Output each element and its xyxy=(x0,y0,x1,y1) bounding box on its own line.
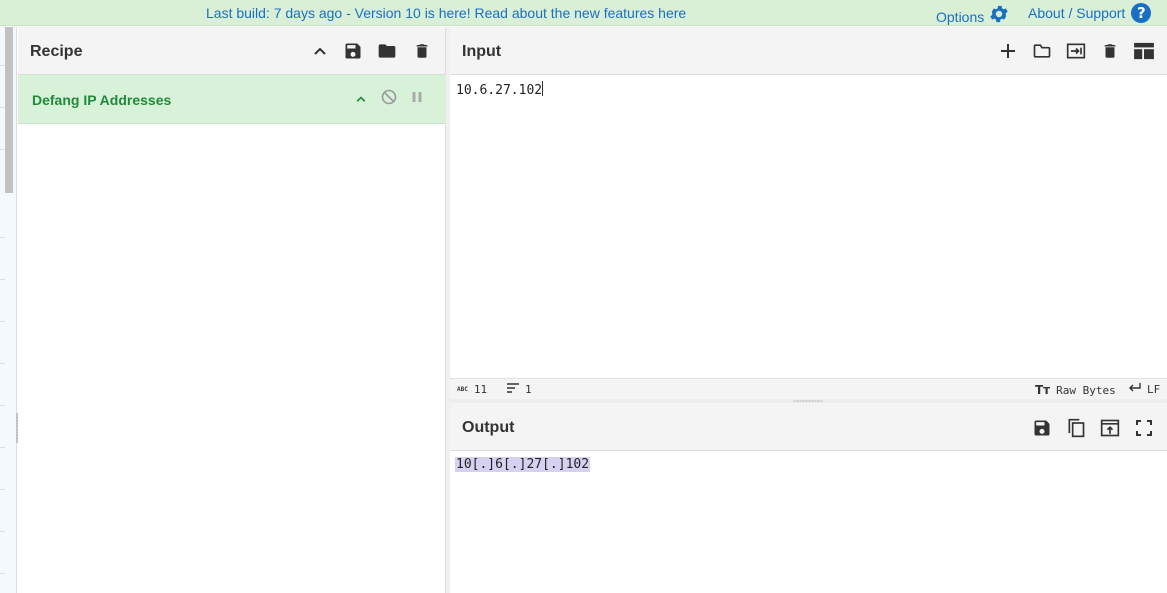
length-icon: ABC xyxy=(457,386,468,393)
output-title: Output xyxy=(462,419,515,436)
about-support-label: About / Support xyxy=(1028,5,1126,21)
chevron-up-icon[interactable] xyxy=(308,39,332,63)
return-icon xyxy=(1128,383,1141,396)
layout-icon[interactable] xyxy=(1132,39,1156,63)
folder-icon[interactable] xyxy=(375,39,399,63)
options-label: Options xyxy=(936,8,985,25)
text-encoding-icon: Tт xyxy=(1035,383,1051,397)
gear-icon xyxy=(988,3,1010,30)
recipe-title: Recipe xyxy=(30,43,83,60)
input-title: Input xyxy=(462,43,502,60)
replace-input-icon[interactable] xyxy=(1098,416,1122,440)
trash-icon[interactable] xyxy=(410,39,434,63)
input-pane: Input 10.6.27.102 ABC 11 1 Tт Raw Bytes … xyxy=(450,27,1167,401)
recipe-header: Recipe xyxy=(18,27,445,75)
copy-icon[interactable] xyxy=(1064,416,1088,440)
load-icon[interactable] xyxy=(1064,39,1088,63)
operations-scrollbar[interactable] xyxy=(5,27,13,193)
input-textarea[interactable]: 10.6.27.102 xyxy=(456,81,544,98)
plus-icon[interactable] xyxy=(996,39,1020,63)
trash-icon[interactable] xyxy=(1098,39,1122,63)
output-header: Output xyxy=(450,403,1167,451)
input-status-bar: ABC 11 1 Tт Raw Bytes LF xyxy=(450,378,1167,399)
input-lines-stat: 1 xyxy=(507,383,532,396)
input-encoding-button[interactable]: Tт Raw Bytes xyxy=(1035,383,1116,397)
text-caret xyxy=(542,81,544,96)
banner-message-link[interactable]: Last build: 7 days ago - Version 10 is h… xyxy=(206,5,686,21)
top-banner: Last build: 7 days ago - Version 10 is h… xyxy=(0,0,1167,26)
disable-icon[interactable] xyxy=(377,85,401,109)
pause-icon[interactable] xyxy=(405,85,429,109)
fullscreen-icon[interactable] xyxy=(1132,416,1156,440)
input-header: Input xyxy=(450,27,1167,75)
input-eol-button[interactable]: LF xyxy=(1128,383,1160,396)
output-pane: Output 10[.]6[.]27[.]102 xyxy=(450,403,1167,593)
input-length-stat: ABC 11 xyxy=(457,383,488,396)
output-textarea[interactable]: 10[.]6[.]27[.]102 xyxy=(455,457,591,472)
chevron-up-icon[interactable] xyxy=(349,87,373,111)
recipe-pane: Recipe Defang IP Addresses xyxy=(18,27,446,593)
folder-icon[interactable] xyxy=(1030,39,1054,63)
recipe-operation-defang-ip[interactable]: Defang IP Addresses xyxy=(18,75,446,124)
about-support-button[interactable]: About / Support ? xyxy=(1028,3,1152,23)
save-icon[interactable] xyxy=(1030,416,1054,440)
help-icon: ? xyxy=(1131,3,1152,23)
options-button[interactable]: Options xyxy=(936,3,1010,30)
operation-name: Defang IP Addresses xyxy=(32,92,172,108)
lines-icon xyxy=(507,383,519,396)
save-icon[interactable] xyxy=(341,39,365,63)
